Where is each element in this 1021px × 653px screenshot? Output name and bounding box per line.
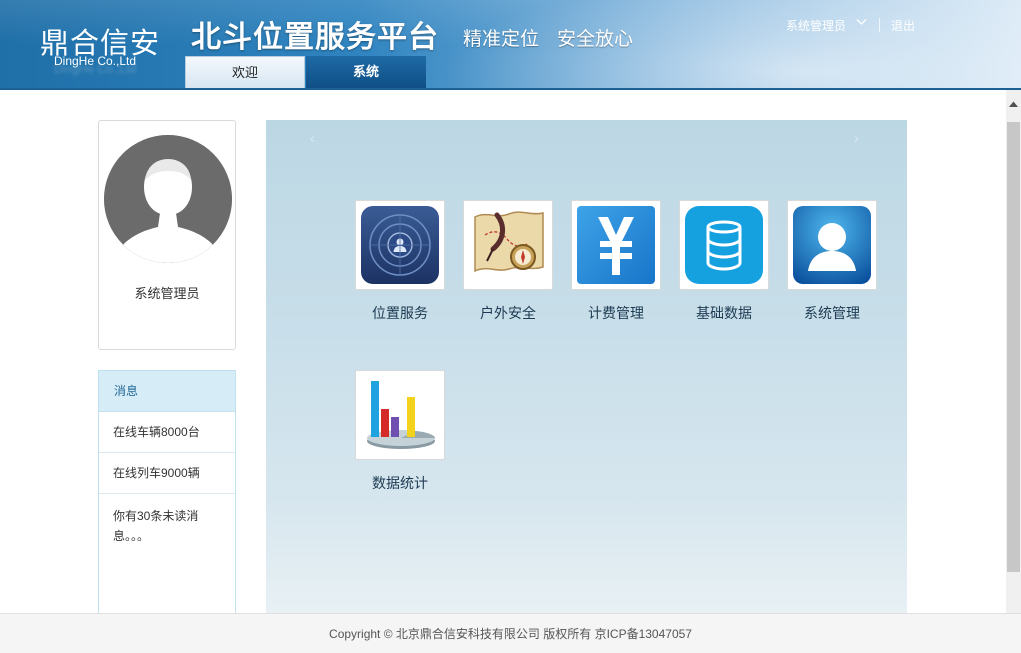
message-item[interactable]: 在线车辆8000台	[99, 412, 235, 453]
app-label: 系统管理	[804, 305, 860, 321]
app-tile[interactable]	[571, 200, 661, 290]
user-menu[interactable]: 系统管理员	[786, 17, 846, 34]
header: 鼎合信安 DingHe Co.,Ltd 北斗位置服务平台 精准定位 安全放心 欢…	[0, 0, 1021, 90]
slogan-safe: 安全放心	[557, 29, 634, 50]
app-tile[interactable]	[355, 370, 445, 460]
yen-icon	[577, 206, 655, 284]
scroll-thumb[interactable]	[1007, 122, 1020, 572]
app-outdoor-safety[interactable]: 户外安全	[453, 200, 563, 323]
user-icon	[793, 206, 871, 284]
page-scrollbar[interactable]	[1006, 90, 1021, 613]
message-item[interactable]: 你有30条未读消息。。。	[99, 494, 235, 546]
user-silhouette-icon	[104, 135, 232, 263]
app-label: 位置服务	[372, 305, 428, 321]
app-location-service[interactable]: 位置服务	[345, 200, 455, 323]
chart-icon	[367, 381, 435, 449]
app-tile[interactable]	[463, 200, 553, 290]
map-compass-icon	[474, 211, 544, 273]
tab-welcome[interactable]: 欢迎	[185, 56, 305, 88]
app-label: 基础数据	[696, 305, 752, 321]
footer: Copyright © 北京鼎合信安科技有限公司 版权所有 京ICP备13047…	[0, 613, 1021, 653]
app-billing-management[interactable]: 计费管理	[561, 200, 671, 323]
scroll-up-icon[interactable]	[1006, 100, 1021, 114]
app-system-management[interactable]: 系统管理	[777, 200, 887, 323]
database-icon	[685, 206, 763, 284]
profile-card: 系统管理员	[98, 120, 236, 350]
avatar	[104, 135, 232, 263]
tab-system[interactable]: 系统	[306, 56, 426, 88]
app-data-statistics[interactable]: 数据统计	[345, 370, 455, 493]
message-item[interactable]: 在线列车9000辆	[99, 453, 235, 494]
app-tile[interactable]	[679, 200, 769, 290]
radar-icon	[361, 206, 439, 284]
app-tile[interactable]	[787, 200, 877, 290]
copyright-text: Copyright © 北京鼎合信安科技有限公司 版权所有 京ICP备13047…	[329, 627, 692, 641]
profile-name: 系统管理员	[134, 286, 200, 301]
app-label: 户外安全	[480, 305, 536, 321]
app-basic-data[interactable]: 基础数据	[669, 200, 779, 323]
app-label: 计费管理	[588, 305, 644, 321]
chevron-down-icon[interactable]	[856, 17, 867, 29]
platform-title: 北斗位置服务平台	[191, 21, 439, 54]
app-label: 数据统计	[372, 475, 428, 491]
messages-panel: 消息 在线车辆8000台 在线列车9000辆 你有30条未读消息。。。	[98, 370, 236, 620]
logo-subtitle: DingHe Co.,Ltd	[54, 54, 137, 68]
app-tile[interactable]	[355, 200, 445, 290]
carousel-next-icon[interactable]: ›	[854, 130, 859, 146]
messages-title: 消息	[99, 371, 235, 412]
logout-link[interactable]: 退出	[891, 17, 915, 34]
app-launcher-area: ‹ › 位置服务 户外安全 计费管理 基础数据 系统管理 数据统计	[266, 120, 907, 620]
carousel-prev-icon[interactable]: ‹	[310, 130, 315, 146]
header-divider	[879, 18, 880, 32]
slogan-precise: 精准定位	[463, 29, 540, 50]
